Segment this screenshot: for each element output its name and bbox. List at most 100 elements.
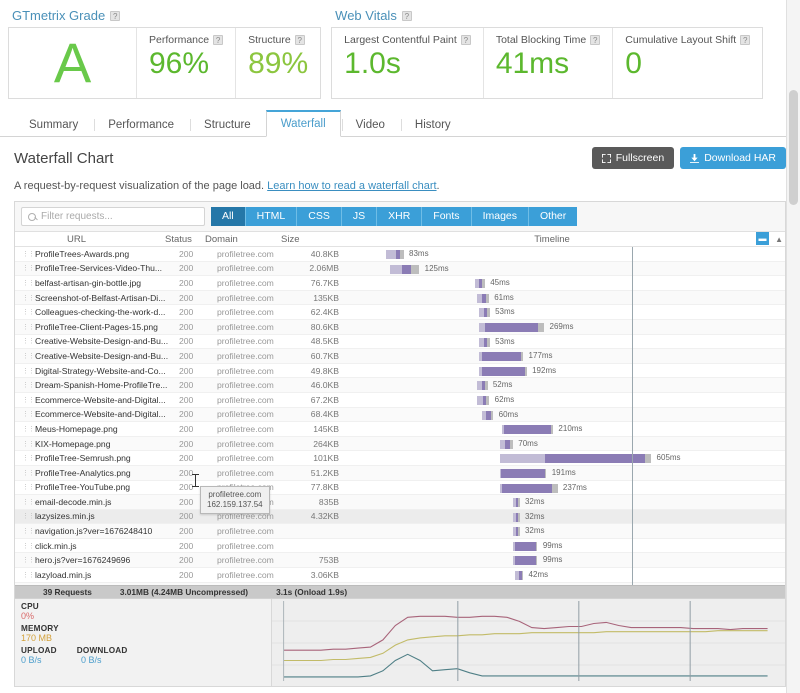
- table-row[interactable]: ⋮⋮ ProfileTree-Services-Video-Thu... 200 pr…: [15, 261, 785, 277]
- row-drag-handle-icon[interactable]: ⋮⋮: [15, 440, 35, 448]
- table-row[interactable]: ⋮⋮ lazysizes.min.js 200 profiletree.com 4.32…: [15, 509, 785, 525]
- table-row[interactable]: ⋮⋮ Creative-Website-Design-and-Bu... 200 pr…: [15, 335, 785, 350]
- row-drag-handle-icon[interactable]: ⋮⋮: [15, 367, 35, 375]
- cell-url[interactable]: ProfileTrees-Awards.png: [35, 249, 175, 259]
- row-drag-handle-icon[interactable]: ⋮⋮: [15, 323, 35, 331]
- cell-url[interactable]: Dream-Spanish-Home-ProfileTre...: [35, 380, 175, 390]
- tab-summary[interactable]: Summary: [14, 112, 93, 137]
- table-row[interactable]: ⋮⋮ belfast-artisan-gin-bottle.jpg 200 profi…: [15, 276, 785, 291]
- filter-js[interactable]: JS: [341, 207, 378, 226]
- filter-fonts[interactable]: Fonts: [422, 207, 472, 226]
- filter-css[interactable]: CSS: [297, 207, 342, 226]
- cell-url[interactable]: analytics.js: [35, 584, 175, 585]
- help-icon[interactable]: ?: [401, 10, 412, 21]
- cell-url[interactable]: belfast-artisan-gin-bottle.jpg: [35, 278, 175, 288]
- table-row[interactable]: ⋮⋮ Creative-Website-Design-and-Bu... 200 pr…: [15, 349, 785, 364]
- cell-url[interactable]: ProfileTree-YouTube.png: [35, 482, 175, 492]
- cell-url[interactable]: Ecommerce-Website-and-Digital...: [35, 409, 175, 419]
- row-drag-handle-icon[interactable]: ⋮⋮: [15, 352, 35, 360]
- cell-url[interactable]: click.min.js: [35, 541, 175, 551]
- table-row[interactable]: ⋮⋮ ProfileTrees-Awards.png 200 profiletree.…: [15, 247, 785, 262]
- timeline-bar[interactable]: [385, 250, 404, 259]
- row-drag-handle-icon[interactable]: ⋮⋮: [15, 556, 35, 564]
- tab-history[interactable]: History: [400, 112, 466, 137]
- filter-all[interactable]: All: [211, 207, 246, 226]
- timeline-bar[interactable]: [477, 395, 490, 405]
- table-row[interactable]: ⋮⋮ ProfileTree-Client-Pages-15.png 200 prof…: [15, 319, 785, 335]
- row-drag-handle-icon[interactable]: ⋮⋮: [15, 410, 35, 418]
- row-drag-handle-icon[interactable]: ⋮⋮: [15, 381, 35, 389]
- row-drag-handle-icon[interactable]: ⋮⋮: [15, 483, 35, 491]
- column-header-size[interactable]: Size: [273, 234, 319, 245]
- cell-url[interactable]: Colleagues-checking-the-work-d...: [35, 307, 175, 317]
- table-row[interactable]: ⋮⋮ Dream-Spanish-Home-ProfileTre... 200 pro…: [15, 378, 785, 393]
- row-drag-handle-icon[interactable]: ⋮⋮: [15, 571, 35, 579]
- timeline-bar[interactable]: [512, 498, 520, 508]
- row-drag-handle-icon[interactable]: ⋮⋮: [15, 308, 35, 316]
- help-icon[interactable]: ?: [213, 35, 224, 45]
- table-row[interactable]: ⋮⋮ ProfileTree-Analytics.png 200 profiletre…: [15, 465, 785, 481]
- search-input[interactable]: Filter requests...: [21, 207, 205, 226]
- timeline-bar[interactable]: [477, 293, 489, 303]
- cell-url[interactable]: lazyload.min.js: [35, 570, 175, 580]
- row-drag-handle-icon[interactable]: ⋮⋮: [15, 264, 35, 272]
- cell-url[interactable]: email-decode.min.js: [35, 497, 175, 507]
- help-icon[interactable]: ?: [460, 35, 471, 45]
- cell-url[interactable]: ProfileTree-Services-Video-Thu...: [35, 263, 175, 273]
- tab-structure[interactable]: Structure: [189, 112, 266, 137]
- table-row[interactable]: ⋮⋮ click.min.js 200 profiletree.com 99ms: [15, 539, 785, 554]
- table-row[interactable]: ⋮⋮ Ecommerce-Website-and-Digital... 200 pro…: [15, 407, 785, 423]
- table-row[interactable]: ⋮⋮ hero.js?ver=1676249696 200 profiletree.c…: [15, 553, 785, 569]
- filter-images[interactable]: Images: [471, 207, 529, 226]
- row-drag-handle-icon[interactable]: ⋮⋮: [15, 454, 35, 462]
- request-rows[interactable]: ⋮⋮ ProfileTrees-Awards.png 200 profiletree.…: [15, 247, 785, 585]
- cell-url[interactable]: Ecommerce-Website-and-Digital...: [35, 395, 175, 405]
- timeline-bar[interactable]: [477, 381, 488, 391]
- table-row[interactable]: ⋮⋮ ProfileTree-Semrush.png 200 profiletree.…: [15, 451, 785, 466]
- table-row[interactable]: ⋮⋮ Colleagues-checking-the-work-d... 200 pr…: [15, 305, 785, 320]
- timeline-bar[interactable]: [512, 512, 520, 522]
- cell-url[interactable]: ProfileTree-Semrush.png: [35, 453, 175, 463]
- timeline-bar[interactable]: [479, 308, 490, 318]
- timeline-bar[interactable]: [479, 352, 524, 362]
- row-drag-handle-icon[interactable]: ⋮⋮: [15, 250, 35, 258]
- cell-url[interactable]: KIX-Homepage.png: [35, 439, 175, 449]
- timeline-bar[interactable]: [479, 366, 527, 376]
- timeline-bar[interactable]: [499, 439, 513, 449]
- tab-waterfall[interactable]: Waterfall: [265, 110, 341, 137]
- help-icon[interactable]: ?: [590, 35, 601, 45]
- cell-url[interactable]: lazysizes.min.js: [35, 511, 175, 521]
- cell-url[interactable]: navigation.js?ver=1676248410: [35, 526, 175, 536]
- cell-url[interactable]: Screenshot-of-Belfast-Artisan-Di...: [35, 293, 175, 303]
- tab-video[interactable]: Video: [341, 112, 400, 137]
- waterfall-help-link[interactable]: Learn how to read a waterfall chart: [267, 180, 436, 192]
- filter-html[interactable]: HTML: [245, 207, 298, 226]
- column-header-status[interactable]: Status: [165, 234, 205, 245]
- row-drag-handle-icon[interactable]: ⋮⋮: [15, 396, 35, 404]
- row-drag-handle-icon[interactable]: ⋮⋮: [15, 512, 35, 520]
- timeline-bar[interactable]: [475, 279, 485, 289]
- timeline-bar[interactable]: [390, 264, 420, 274]
- timeline-bar[interactable]: [479, 337, 490, 347]
- row-drag-handle-icon[interactable]: ⋮⋮: [15, 542, 35, 550]
- timeline-bar[interactable]: [499, 483, 558, 493]
- row-drag-handle-icon[interactable]: ⋮⋮: [15, 469, 35, 477]
- table-row[interactable]: ⋮⋮ lazyload.min.js 200 profiletree.com 3.06K…: [15, 568, 785, 583]
- cell-url[interactable]: Creative-Website-Design-and-Bu...: [35, 336, 175, 346]
- timeline-bar[interactable]: [515, 571, 524, 581]
- cell-url[interactable]: Meus-Homepage.png: [35, 424, 175, 434]
- filter-xhr[interactable]: XHR: [377, 207, 423, 226]
- tab-performance[interactable]: Performance: [93, 112, 189, 137]
- timeline-bar[interactable]: [512, 527, 520, 537]
- page-scrollbar[interactable]: [786, 0, 800, 693]
- timeline-bar[interactable]: [499, 468, 547, 478]
- cell-url[interactable]: Digital-Strategy-Website-and-Co...: [35, 366, 175, 376]
- timeline-bar[interactable]: [512, 556, 538, 566]
- scrollbar-thumb[interactable]: [789, 90, 798, 205]
- table-row[interactable]: ⋮⋮ KIX-Homepage.png 200 profiletree.com 264K…: [15, 436, 785, 452]
- row-drag-handle-icon[interactable]: ⋮⋮: [15, 498, 35, 506]
- column-header-url[interactable]: URL: [15, 234, 165, 245]
- row-drag-handle-icon[interactable]: ⋮⋮: [15, 279, 35, 287]
- collapse-toggle-icon[interactable]: ▬: [756, 232, 769, 245]
- row-drag-handle-icon[interactable]: ⋮⋮: [15, 527, 35, 535]
